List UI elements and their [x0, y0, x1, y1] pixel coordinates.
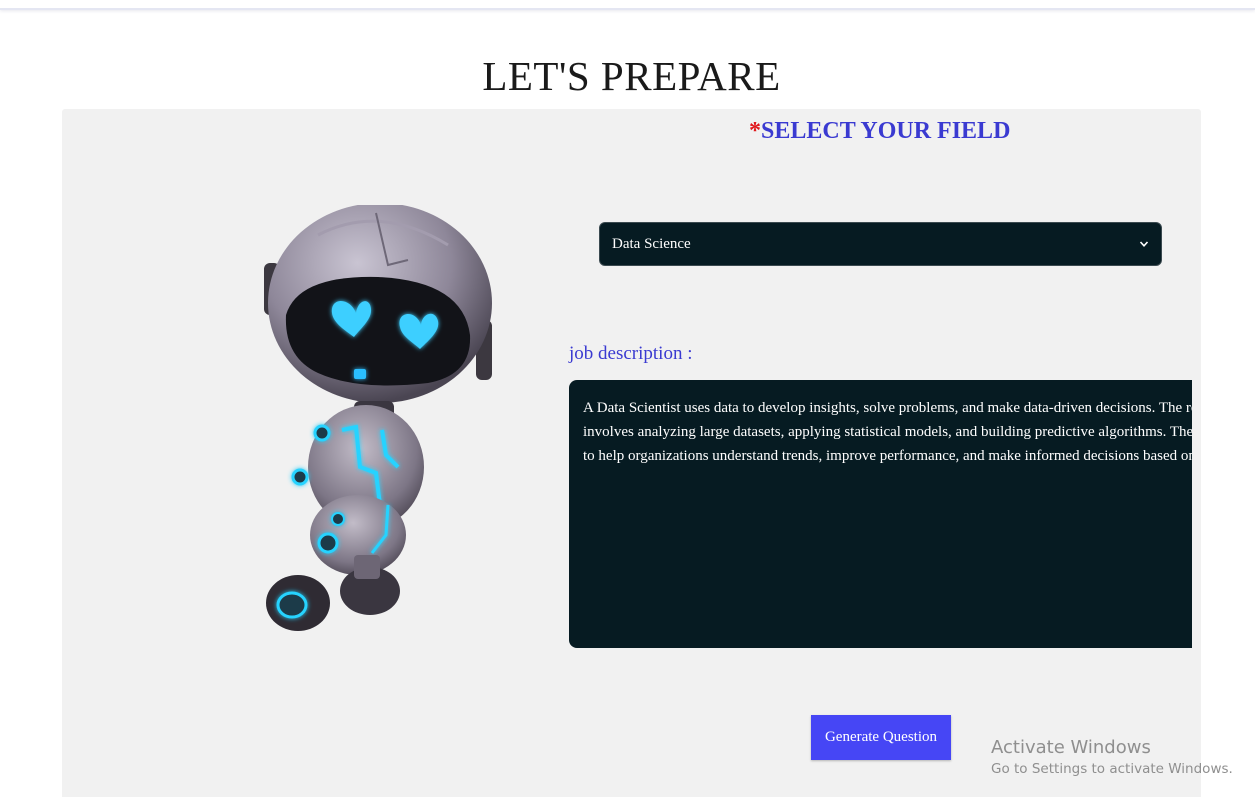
top-nav-bar: [0, 0, 1255, 10]
watermark-subtitle: Go to Settings to activate Windows.: [991, 761, 1233, 777]
chevron-down-icon: [1139, 241, 1149, 247]
job-description-text: A Data Scientist uses data to develop in…: [583, 400, 1192, 464]
activate-windows-watermark: Activate Windows Go to Settings to activ…: [991, 737, 1233, 779]
field-select-value: Data Science: [612, 235, 691, 252]
job-description-textarea[interactable]: A Data Scientist uses data to develop in…: [569, 380, 1192, 648]
watermark-title: Activate Windows: [991, 737, 1151, 758]
generate-question-button[interactable]: Generate Question: [811, 715, 951, 760]
robot-mascot-icon: [258, 203, 498, 635]
page-title: LET'S PREPARE: [482, 53, 781, 99]
field-select[interactable]: Data Science: [599, 222, 1162, 266]
field-heading: *SELECT YOUR FIELD: [749, 118, 1010, 145]
job-description-label: job description :: [569, 343, 693, 364]
field-heading-text: SELECT YOUR FIELD: [761, 118, 1011, 144]
required-marker: *: [749, 118, 761, 144]
